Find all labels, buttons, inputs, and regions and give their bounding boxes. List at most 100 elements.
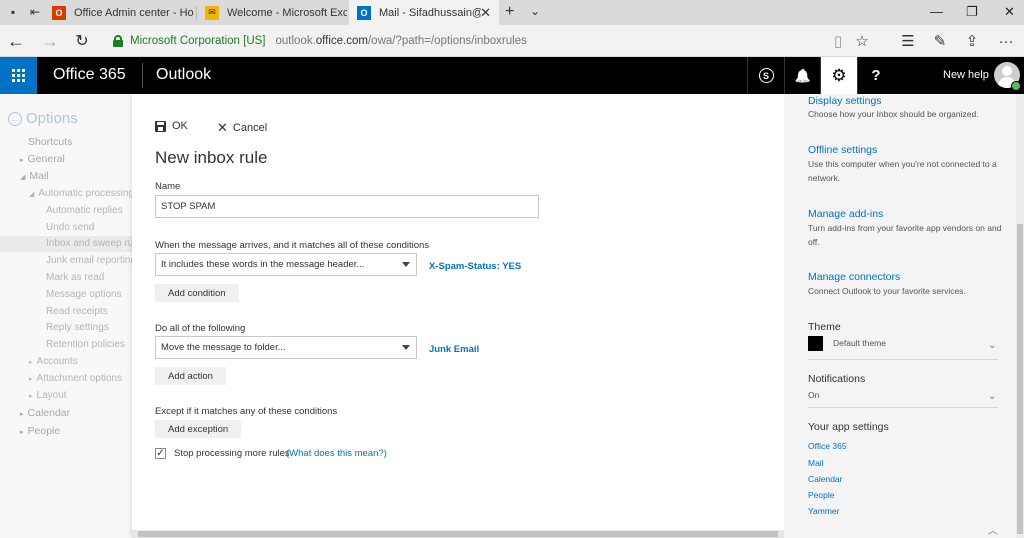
action-value-link[interactable]: Junk Email bbox=[429, 344, 479, 355]
nav-item-mark-as-read[interactable]: Mark as read bbox=[46, 272, 104, 283]
theme-swatch[interactable] bbox=[808, 336, 823, 351]
stop-processing-checkbox[interactable]: ✓ bbox=[155, 448, 166, 459]
app-settings-heading: Your app settings bbox=[808, 421, 889, 433]
offline-settings-link[interactable]: Offline settings bbox=[808, 144, 877, 156]
forward-icon[interactable]: → bbox=[40, 31, 60, 51]
nav-item-shortcuts[interactable]: Shortcuts bbox=[28, 136, 72, 148]
nav-item-calendar[interactable]: ▸ Calendar bbox=[20, 407, 70, 419]
app-settings-calendar[interactable]: Calendar bbox=[808, 474, 843, 484]
nav-item-layout[interactable]: ▸ Layout bbox=[29, 390, 67, 401]
add-exception-button[interactable]: Add exception bbox=[155, 420, 242, 438]
waffle-icon bbox=[12, 69, 25, 82]
chevron-expanded-icon[interactable]: ◢ bbox=[29, 191, 34, 198]
nav-item-accounts[interactable]: ▸ Accounts bbox=[29, 356, 78, 367]
tab-office-admin[interactable]: O Office Admin center - Home bbox=[44, 0, 196, 25]
share-icon[interactable]: ⇪ bbox=[962, 31, 982, 51]
nav-item-message-options[interactable]: Message options bbox=[46, 289, 122, 300]
chevron-down-icon[interactable]: ⌄ bbox=[988, 391, 996, 402]
condition-value-link[interactable]: X-Spam-Status: YES bbox=[429, 261, 521, 272]
nav-item-attachment-options[interactable]: ▸ Attachment options bbox=[29, 373, 122, 384]
nav-item-undo-send[interactable]: Undo send bbox=[46, 222, 94, 233]
help-button[interactable]: ? bbox=[857, 57, 894, 94]
chevron-right-icon[interactable]: ▸ bbox=[29, 376, 33, 383]
hub-icon[interactable]: ☰ bbox=[898, 31, 918, 51]
nav-item-read-receipts[interactable]: Read receipts bbox=[46, 306, 108, 317]
chevron-down-icon[interactable]: ⌄ bbox=[530, 4, 540, 18]
rule-name-input[interactable] bbox=[155, 195, 539, 218]
cancel-button[interactable]: ✕ Cancel bbox=[217, 120, 267, 136]
notifications-value[interactable]: On bbox=[808, 390, 819, 400]
action-select[interactable]: Move the message to folder... bbox=[155, 336, 417, 359]
manage-connectors-link[interactable]: Manage connectors bbox=[808, 271, 900, 283]
nav-item-mail[interactable]: ◢ Mail bbox=[20, 170, 49, 182]
office-logo-icon: O bbox=[52, 5, 66, 20]
back-icon[interactable]: ← bbox=[6, 31, 26, 51]
restore-button[interactable]: ❐ bbox=[966, 4, 978, 20]
nav-item-general[interactable]: ▸ General bbox=[20, 153, 65, 165]
chevron-down-icon[interactable]: ⌄ bbox=[988, 340, 996, 351]
minimize-button[interactable]: — bbox=[930, 4, 943, 19]
add-condition-button[interactable]: Add condition bbox=[155, 284, 239, 302]
divider bbox=[808, 359, 998, 360]
nav-item-automatic-replies[interactable]: Automatic replies bbox=[46, 205, 123, 216]
settings-button[interactable]: ⚙ bbox=[820, 57, 857, 94]
notifications-button[interactable]: 🔔 bbox=[784, 57, 821, 94]
app-settings-office365[interactable]: Office 365 bbox=[808, 441, 847, 451]
nav-item-reply-settings[interactable]: Reply settings bbox=[46, 322, 109, 333]
set-tabs-aside-icon[interactable]: ⇤ bbox=[28, 5, 42, 19]
chevron-up-icon[interactable]: ︿ bbox=[988, 522, 998, 537]
refresh-icon[interactable]: ↻ bbox=[72, 31, 92, 51]
vertical-scrollbar[interactable] bbox=[1016, 94, 1024, 538]
chevron-right-icon[interactable]: ▸ bbox=[20, 411, 24, 418]
skype-button[interactable]: S bbox=[747, 57, 784, 94]
close-tab-icon[interactable]: ✕ bbox=[480, 5, 491, 21]
reading-view-icon[interactable]: ▯ bbox=[828, 31, 848, 51]
app-settings-mail[interactable]: Mail bbox=[808, 458, 824, 468]
chevron-expanded-icon[interactable]: ◢ bbox=[20, 174, 25, 181]
theme-value[interactable]: Default theme bbox=[833, 338, 886, 348]
office365-suite-bar: Office 365 Outlook S 🔔 ⚙ ? New help bbox=[0, 57, 1024, 94]
what-does-this-mean-link[interactable]: (What does this mean?) bbox=[286, 448, 387, 459]
nav-item-label: Automatic processing bbox=[38, 188, 132, 199]
display-settings-desc: Choose how your Inbox should be organize… bbox=[808, 109, 979, 119]
app-launcher-button[interactable] bbox=[0, 57, 37, 94]
tab-manager-icon[interactable]: ▪ bbox=[6, 5, 20, 19]
nav-item-automatic-processing[interactable]: ◢ Automatic processing bbox=[29, 188, 132, 199]
tab-outlook-mail[interactable]: O Mail - Sifadhussain@NewHelp ✕ bbox=[349, 0, 499, 25]
chevron-right-icon[interactable]: ▸ bbox=[29, 393, 33, 400]
web-note-icon[interactable]: ✎ bbox=[930, 31, 950, 51]
chevron-right-icon[interactable]: ▸ bbox=[20, 157, 24, 164]
ok-button[interactable]: OK bbox=[155, 120, 188, 132]
stop-processing-label: Stop processing more rules bbox=[174, 448, 290, 459]
app-settings-people[interactable]: People bbox=[808, 490, 834, 500]
user-name[interactable]: New help bbox=[943, 69, 989, 81]
nav-item-label: People bbox=[27, 425, 61, 437]
favorite-star-icon[interactable]: ☆ bbox=[852, 31, 872, 51]
app-title[interactable]: Outlook bbox=[156, 66, 211, 84]
offline-settings-desc: Use this computer when you're not connec… bbox=[808, 159, 997, 183]
new-tab-icon[interactable]: + bbox=[505, 3, 514, 21]
gear-icon: ⚙ bbox=[831, 65, 847, 85]
nav-item-retention-policies[interactable]: Retention policies bbox=[46, 339, 125, 350]
brand-title[interactable]: Office 365 bbox=[53, 66, 126, 84]
condition-select[interactable]: It includes these words in the message h… bbox=[155, 253, 417, 276]
url-field[interactable]: Microsoft Corporation [US] outlook.offic… bbox=[112, 31, 812, 51]
display-settings-link[interactable]: Display settings bbox=[808, 95, 882, 107]
nav-item-junk-email-reporting[interactable]: Junk email reporting bbox=[46, 255, 132, 266]
manage-addins-link[interactable]: Manage add-ins bbox=[808, 208, 883, 220]
nav-item-people[interactable]: ▸ People bbox=[20, 425, 60, 437]
chevron-right-icon[interactable]: ▸ bbox=[20, 429, 24, 436]
close-window-button[interactable]: ✕ bbox=[1004, 4, 1015, 20]
manage-addins-desc: Turn add-ins from your favorite app vend… bbox=[808, 223, 1002, 247]
browser-tab-strip: ▪ ⇤ O Office Admin center - Home ✉ Welco… bbox=[0, 0, 1024, 25]
app-settings-yammer[interactable]: Yammer bbox=[808, 506, 840, 516]
options-header[interactable]: ← Options bbox=[8, 110, 78, 127]
chevron-right-icon[interactable]: ▸ bbox=[29, 359, 33, 366]
nav-item-inbox-and-sweep-rules[interactable]: Inbox and sweep rules bbox=[0, 236, 132, 252]
add-action-button[interactable]: Add action bbox=[155, 367, 226, 385]
nav-item-label: Message options bbox=[46, 289, 122, 300]
more-icon[interactable]: ··· bbox=[996, 31, 1016, 51]
back-arrow-icon[interactable]: ← bbox=[8, 111, 22, 126]
horizontal-scrollbar[interactable] bbox=[132, 530, 784, 538]
tab-exchange-welcome[interactable]: ✉ Welcome - Microsoft Exchange bbox=[197, 0, 349, 25]
